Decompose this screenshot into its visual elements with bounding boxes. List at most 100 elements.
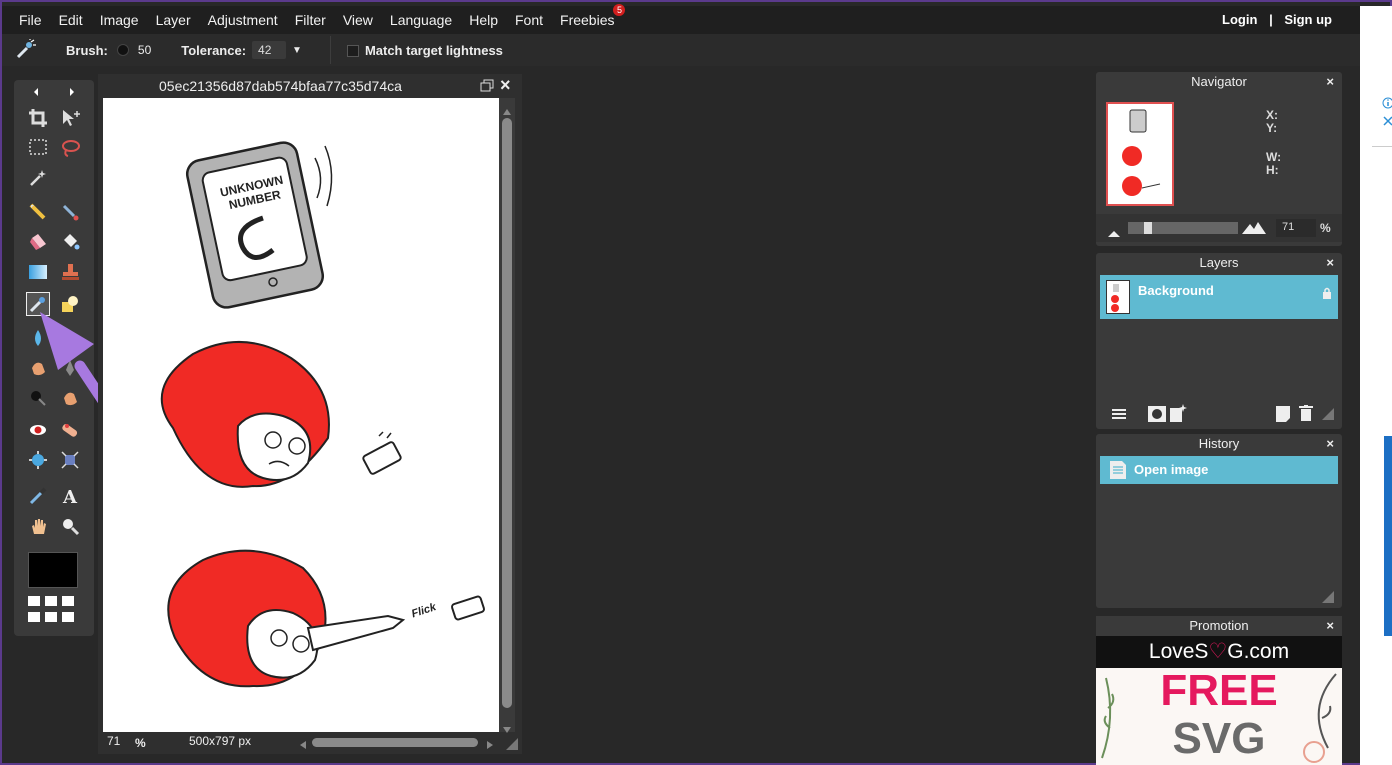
crop-tool-icon[interactable] — [26, 106, 50, 130]
scroll-left-icon[interactable] — [300, 738, 306, 752]
menu-view[interactable]: View — [343, 12, 390, 28]
restore-window-icon[interactable] — [480, 79, 494, 96]
ad-info-icon[interactable] — [1382, 96, 1392, 114]
menu-image[interactable]: Image — [100, 12, 156, 28]
match-lightness-checkbox[interactable] — [346, 45, 359, 58]
zoom-in-mountain-icon[interactable] — [1242, 220, 1266, 239]
options-divider — [329, 36, 331, 64]
menu-font[interactable]: Font — [515, 12, 560, 28]
foreground-color-swatch[interactable] — [28, 552, 78, 588]
width-label: W: — [1266, 150, 1282, 164]
ad-blue-edge — [1384, 436, 1392, 636]
close-navigator-icon[interactable]: × — [1326, 72, 1334, 92]
match-lightness-option[interactable]: Match target lightness — [346, 43, 503, 58]
promotion-ad[interactable]: LoveS♡G.com FREE SVG — [1096, 636, 1342, 765]
tolerance-dropdown-icon[interactable]: ▼ — [292, 45, 302, 56]
navigator-thumbnail[interactable] — [1106, 102, 1174, 206]
menu-layer[interactable]: Layer — [156, 12, 208, 28]
drawing-text-flick: Flick — [410, 601, 438, 620]
height-label: H: — [1266, 163, 1279, 177]
login-link[interactable]: Login — [1222, 12, 1257, 27]
close-promotion-icon[interactable]: × — [1326, 616, 1334, 636]
menu-freebies-label: Freebies — [560, 12, 615, 28]
grid-cell[interactable] — [62, 612, 74, 622]
layers-resize-icon[interactable] — [1322, 407, 1334, 425]
zoom-slider-track[interactable] — [1128, 222, 1238, 234]
layers-title: Layers — [1199, 255, 1239, 270]
zoom-slider-handle[interactable] — [1144, 222, 1152, 234]
menu-edit[interactable]: Edit — [59, 12, 100, 28]
menu-language[interactable]: Language — [390, 12, 469, 28]
layer-thumbnail — [1106, 280, 1130, 314]
menu-help[interactable]: Help — [469, 12, 515, 28]
brush-tool-icon[interactable] — [58, 200, 82, 224]
layer-mask-icon[interactable] — [1148, 406, 1166, 427]
side-ad-strip — [1360, 6, 1392, 765]
brush-label: Brush: — [66, 42, 108, 58]
hooded-character-drawing — [160, 340, 402, 488]
auth-separator: | — [1269, 12, 1273, 27]
zoom-level[interactable]: 71 — [107, 734, 120, 748]
menu-file[interactable]: File — [2, 12, 59, 28]
auth-links: Login | Sign up — [1218, 12, 1336, 27]
horizontal-scroll-thumb[interactable] — [312, 738, 478, 747]
ad-divider — [1372, 146, 1392, 147]
layer-lock-icon[interactable] — [1322, 287, 1332, 302]
vertical-scroll-thumb[interactable] — [502, 118, 512, 708]
history-title: History — [1198, 436, 1240, 451]
marquee-tool-icon[interactable] — [26, 136, 50, 160]
promo-heart-icon: ♡ — [1208, 640, 1228, 663]
new-layer-icon[interactable] — [1276, 406, 1290, 427]
history-header: History × — [1096, 434, 1342, 454]
promotion-header: Promotion × — [1096, 616, 1342, 636]
menu-filter[interactable]: Filter — [295, 12, 343, 28]
scroll-right-icon[interactable] — [487, 738, 493, 752]
move-tool-icon[interactable] — [58, 106, 82, 130]
grid-cell[interactable] — [28, 612, 40, 622]
close-layers-icon[interactable]: × — [1326, 253, 1334, 273]
promo-line-free: FREE — [1160, 666, 1278, 715]
zoom-out-mountain-icon[interactable] — [1108, 224, 1120, 242]
tolerance-input[interactable]: 42 — [252, 41, 287, 59]
delete-layer-icon[interactable] — [1299, 405, 1313, 426]
ad-close-icon[interactable] — [1382, 114, 1392, 132]
vertical-scrollbar[interactable] — [499, 98, 515, 733]
layers-header: Layers × — [1096, 253, 1342, 273]
magic-wand-tool-icon[interactable] — [26, 166, 50, 190]
history-resize-icon[interactable] — [1322, 590, 1334, 608]
history-item-open-image[interactable]: Open image — [1100, 456, 1338, 484]
brush-size-value[interactable]: 50 — [138, 43, 151, 57]
zoom-tool-icon[interactable] — [58, 514, 82, 538]
toolbox-expand-right-icon[interactable] — [60, 80, 84, 104]
layer-styles-icon[interactable] — [1170, 404, 1188, 427]
grid-cell[interactable] — [28, 596, 40, 606]
eraser-tool-icon[interactable] — [26, 230, 50, 254]
close-document-icon[interactable]: × — [500, 75, 511, 96]
lasso-tool-icon[interactable] — [58, 136, 82, 160]
menu-freebies[interactable]: Freebies 5 — [560, 4, 631, 28]
history-document-icon — [1110, 461, 1126, 482]
pencil-tool-icon[interactable] — [26, 200, 50, 224]
navigator-zoom-row: 71 % — [1096, 214, 1342, 242]
current-tool-icon — [14, 39, 36, 61]
brush-preview[interactable] — [117, 45, 128, 55]
clone-stamp-tool-icon[interactable] — [58, 260, 82, 284]
grid-cell[interactable] — [45, 596, 57, 606]
paint-bucket-tool-icon[interactable] — [58, 230, 82, 254]
hand-tool-icon[interactable] — [26, 514, 50, 538]
menu-adjustment[interactable]: Adjustment — [208, 12, 295, 28]
signup-link[interactable]: Sign up — [1284, 12, 1332, 27]
resize-grip-icon[interactable] — [506, 738, 518, 753]
layer-settings-icon[interactable] — [1112, 407, 1126, 426]
grid-cell[interactable] — [62, 596, 74, 606]
grid-cell[interactable] — [45, 612, 57, 622]
navigator-zoom-input[interactable]: 71 — [1276, 219, 1316, 237]
image-canvas[interactable]: UNKNOWN NUMBER Flick — [103, 98, 499, 732]
navigator-zoom-unit: % — [1320, 221, 1331, 235]
layer-row-background[interactable]: Background — [1100, 275, 1338, 319]
document-status-bar: 71 % 500x797 px — [98, 732, 522, 754]
gradient-tool-icon[interactable] — [26, 260, 50, 284]
close-history-icon[interactable]: × — [1326, 434, 1334, 454]
toolbox-collapse-left-icon[interactable] — [24, 80, 48, 104]
layers-panel: Layers × Background — [1096, 253, 1342, 429]
